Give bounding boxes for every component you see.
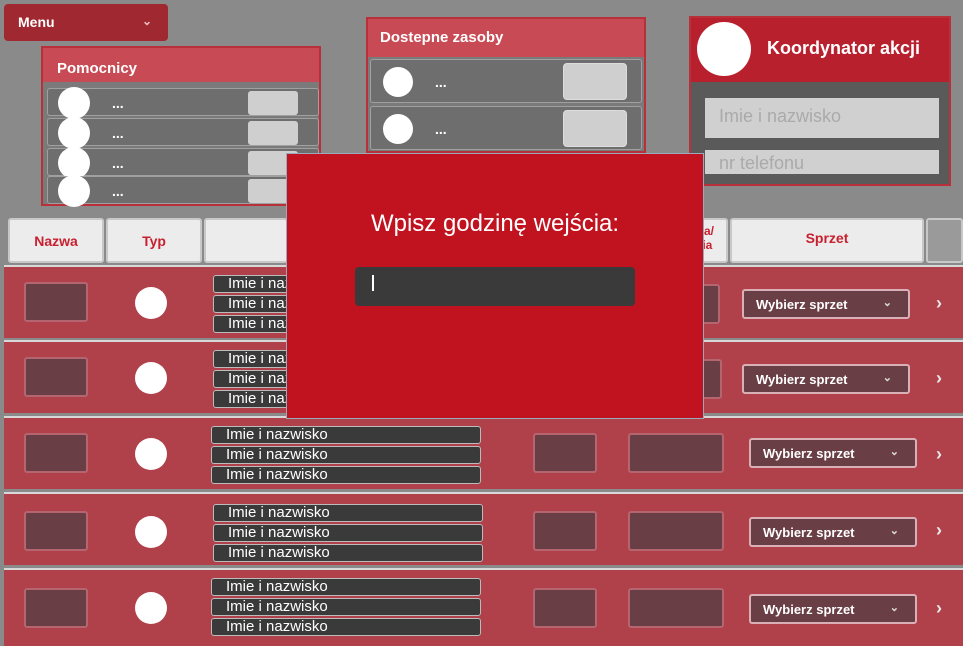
avatar (135, 287, 167, 319)
person-name[interactable]: Imie i nazwisko (213, 544, 483, 562)
avatar (135, 516, 167, 548)
chevron-right-icon[interactable]: › (936, 444, 942, 465)
entry-time-input[interactable] (355, 267, 635, 306)
chevron-down-icon: ⌄ (141, 14, 152, 28)
coordinator-header: Koordynator akcji (691, 18, 949, 82)
person-name[interactable]: Imie i nazwisko (211, 578, 481, 596)
avatar (383, 114, 413, 144)
column-header-people (204, 218, 288, 263)
person-name[interactable]: Imie i nazwisko (211, 466, 481, 484)
equipment-select-label: Wybierz sprzet (763, 525, 855, 540)
chevron-down-icon: ⌄ (882, 297, 892, 309)
equipment-select-label: Wybierz sprzet (756, 297, 848, 312)
name-cell[interactable] (24, 282, 88, 322)
helper-item[interactable]: ... (47, 175, 319, 207)
resource-item[interactable]: ... (370, 59, 642, 103)
column-header-equipment: Sprzet (730, 218, 924, 263)
equipment-select[interactable]: Wybierz sprzet ⌄ (749, 438, 917, 468)
chevron-right-icon[interactable]: › (936, 368, 942, 389)
avatar (383, 67, 413, 97)
dialog-title: Wpisz godzinę wejścia: (370, 210, 620, 237)
chevron-down-icon: ⌄ (889, 602, 899, 614)
resource-label: ... (435, 121, 447, 137)
text-caret (372, 275, 374, 291)
chevron-down-icon: ⌄ (882, 372, 892, 384)
person-name[interactable]: Imie i nazwisko (213, 504, 483, 522)
time-field[interactable] (628, 433, 724, 473)
resources-panel: Dostepne zasoby ... ... (366, 17, 646, 153)
person-name[interactable]: Imie i nazwisko (211, 598, 481, 616)
name-cell[interactable] (24, 357, 88, 397)
resource-slot[interactable] (563, 110, 627, 147)
avatar (58, 175, 90, 207)
helper-label: ... (112, 183, 124, 199)
coordinator-title: Koordynator akcji (767, 38, 921, 58)
name-cell[interactable] (24, 588, 88, 628)
column-header-extra (926, 218, 963, 263)
resource-slot[interactable] (563, 63, 627, 100)
menu-button[interactable]: Menu ⌄ (4, 4, 168, 41)
resource-item[interactable]: ... (370, 106, 642, 150)
avatar (58, 87, 90, 119)
resources-title: Dostepne zasoby (368, 19, 644, 57)
chevron-down-icon: ⌄ (889, 446, 899, 458)
person-name[interactable]: Imie i nazwisko (211, 618, 481, 636)
helper-item[interactable]: ... (47, 147, 319, 179)
equipment-select-label: Wybierz sprzet (763, 602, 855, 617)
helper-slot[interactable] (248, 91, 298, 115)
helpers-panel: Pomocnicy ... ... ... ... (41, 46, 321, 207)
menu-label: Menu (18, 14, 55, 30)
time-field[interactable] (533, 511, 597, 551)
table-row: Imie i nazwisko Imie i nazwisko Imie i n… (4, 568, 963, 646)
coordinator-panel: Koordynator akcji Imie i nazwisko nr tel… (689, 16, 951, 186)
resource-label: ... (435, 74, 447, 90)
helper-label: ... (112, 95, 124, 111)
chevron-right-icon[interactable]: › (936, 293, 942, 314)
time-field[interactable] (628, 588, 724, 628)
person-name[interactable]: Imie i nazwisko (211, 426, 481, 444)
column-header-name: Nazwa (8, 218, 104, 263)
table-row: Imie i nazwisko Imie i nazwisko Imie i n… (4, 492, 963, 565)
time-field[interactable] (533, 433, 597, 473)
name-cell[interactable] (24, 511, 88, 551)
chevron-right-icon[interactable]: › (936, 598, 942, 619)
helper-label: ... (112, 155, 124, 171)
helpers-title: Pomocnicy (43, 48, 319, 82)
phone-field[interactable]: nr telefonu (705, 150, 939, 174)
entry-time-dialog: Wpisz godzinę wejścia: (286, 153, 704, 419)
equipment-select-label: Wybierz sprzet (763, 446, 855, 461)
helper-item[interactable]: ... (47, 117, 319, 149)
name-field[interactable]: Imie i nazwisko (705, 98, 939, 138)
chevron-down-icon: ⌄ (889, 525, 899, 537)
avatar (135, 362, 167, 394)
equipment-select[interactable]: Wybierz sprzet ⌄ (742, 289, 910, 319)
column-header-type: Typ (106, 218, 202, 263)
helper-slot[interactable] (248, 121, 298, 145)
equipment-select[interactable]: Wybierz sprzet ⌄ (742, 364, 910, 394)
avatar (697, 22, 751, 76)
person-name[interactable]: Imie i nazwisko (211, 446, 481, 464)
helper-item[interactable]: ... (47, 87, 319, 119)
equipment-select-label: Wybierz sprzet (756, 372, 848, 387)
chevron-right-icon[interactable]: › (936, 520, 942, 541)
person-name[interactable]: Imie i nazwisko (213, 524, 483, 542)
time-field[interactable] (533, 588, 597, 628)
avatar (135, 592, 167, 624)
name-cell[interactable] (24, 433, 88, 473)
equipment-select[interactable]: Wybierz sprzet ⌄ (749, 594, 917, 624)
helper-label: ... (112, 125, 124, 141)
avatar (135, 438, 167, 470)
time-field[interactable] (628, 511, 724, 551)
equipment-select[interactable]: Wybierz sprzet ⌄ (749, 517, 917, 547)
table-row: Imie i nazwisko Imie i nazwisko Imie i n… (4, 416, 963, 489)
avatar (58, 117, 90, 149)
